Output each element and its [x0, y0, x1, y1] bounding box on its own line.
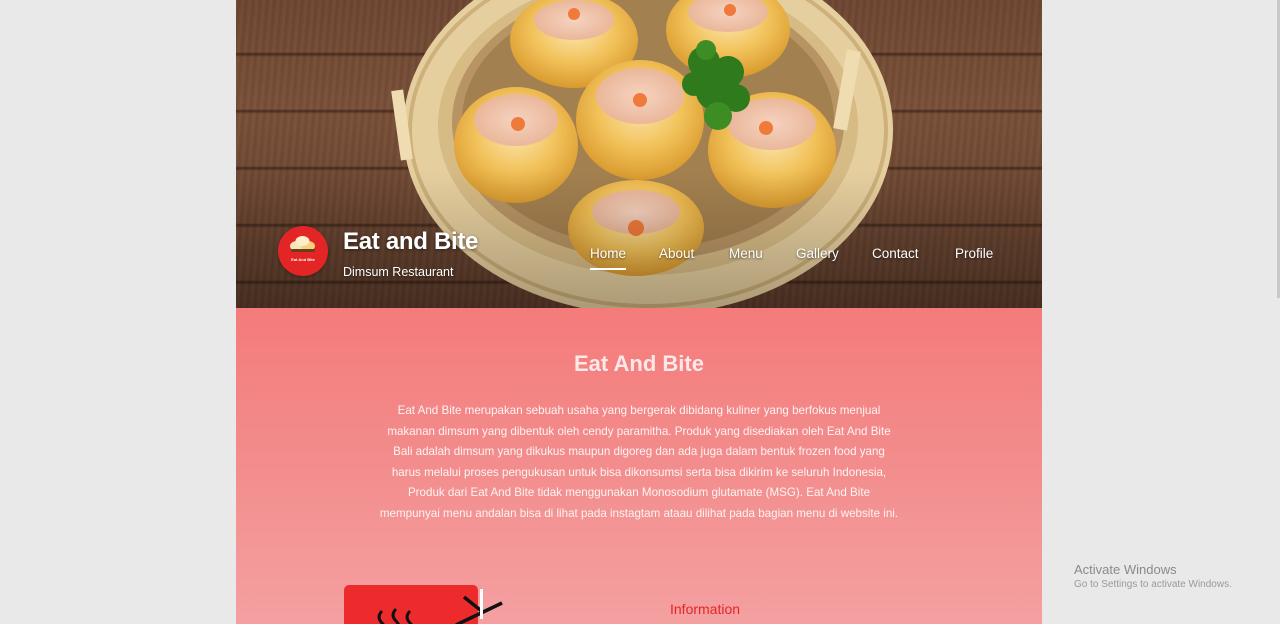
about-title: Eat And Bite — [574, 351, 704, 376]
about-section: Eat And Bite Eat And Bite merupakan sebu… — [236, 308, 1042, 624]
nav-contact[interactable]: Contact — [872, 246, 919, 261]
nav-gallery[interactable]: Gallery — [796, 246, 839, 261]
nav-menu[interactable]: Menu — [729, 246, 763, 261]
hero-banner: Eat And Bite Eat and Bite Dimsum Restaur… — [236, 0, 1042, 308]
activate-windows-subtitle: Go to Settings to activate Windows. — [1074, 579, 1232, 590]
brand-subtitle: Dimsum Restaurant — [343, 265, 454, 279]
steam-chopsticks-icon — [377, 589, 503, 624]
website-page: Eat And Bite Eat and Bite Dimsum Restaur… — [236, 0, 1042, 624]
nav-about[interactable]: About — [659, 246, 694, 261]
about-description: Eat And Bite merupakan sebuah usaha yang… — [379, 404, 899, 520]
nav-home[interactable]: Home — [590, 246, 627, 270]
activate-windows-title: Activate Windows — [1074, 562, 1177, 577]
info-image-card — [344, 585, 503, 624]
nav-profile[interactable]: Profile — [955, 246, 993, 261]
main-navigation: Home About Menu Gallery Contact Profile — [236, 246, 1042, 270]
information-heading: Information — [670, 601, 741, 617]
